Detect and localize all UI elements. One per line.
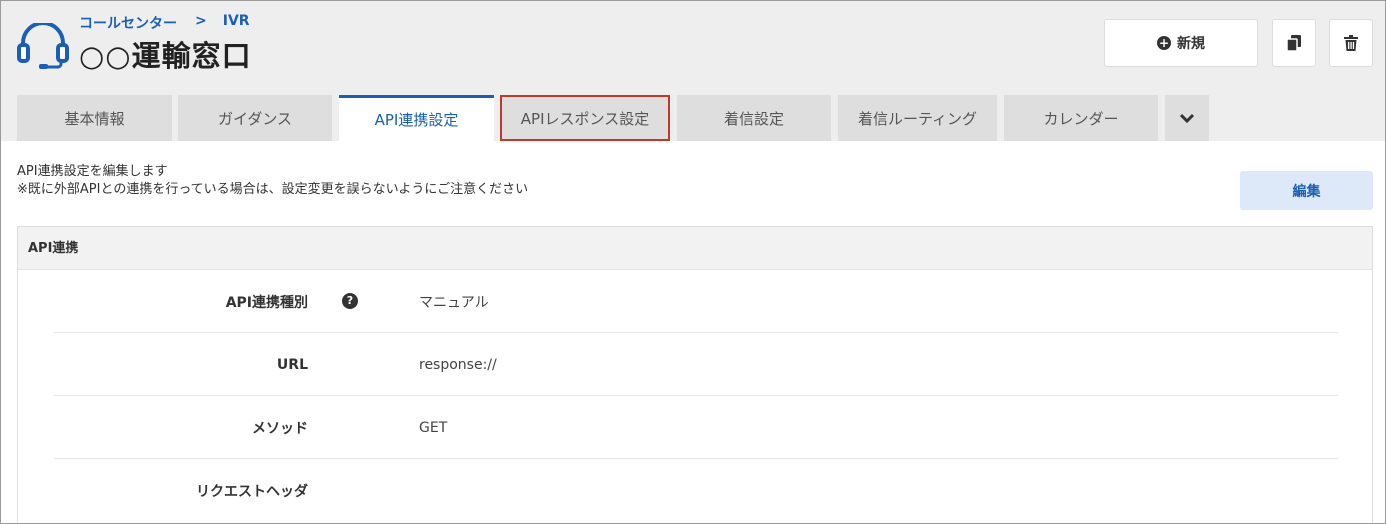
tab-guidance[interactable]: ガイダンス (178, 95, 332, 141)
row-api-type: API連携種別 ? マニュアル (54, 270, 1338, 333)
new-button-label: 新規 (1177, 36, 1205, 52)
row-value: response:// (419, 356, 497, 373)
row-label: リクエストヘッダ (196, 483, 308, 500)
copy-button[interactable] (1272, 19, 1316, 67)
page-title: ○○運輸窓口 (79, 39, 252, 73)
row-label: URL (276, 356, 308, 373)
row-value: マニュアル (419, 294, 489, 311)
row-method: メソッド GET (54, 396, 1338, 459)
row-url: URL response:// (54, 333, 1338, 396)
app-window: コールセンター > IVR ○○運輸窓口 + 新規 基本情報 ガイダンス API… (0, 0, 1386, 524)
breadcrumb-ivr[interactable]: IVR (223, 13, 250, 33)
trash-icon (1344, 35, 1358, 51)
plus-circle-icon: + (1157, 36, 1171, 50)
row-value: GET (419, 419, 448, 436)
chevron-down-icon (1179, 113, 1195, 123)
page-header: コールセンター > IVR ○○運輸窓口 + 新規 基本情報 ガイダンス API… (1, 1, 1385, 141)
tab-calendar[interactable]: カレンダー (1004, 95, 1158, 141)
tab-api-integration[interactable]: API連携設定 (339, 95, 494, 141)
question-circle-icon[interactable]: ? (342, 293, 358, 309)
row-label: メソッド (252, 420, 308, 437)
breadcrumb-separator: > (195, 13, 207, 29)
api-integration-panel: API連携 API連携種別 ? マニュアル URL response:// メソ… (17, 226, 1373, 523)
row-label: API連携種別 (225, 294, 308, 311)
description-line: API連携設定を編集します (17, 164, 168, 179)
breadcrumb: コールセンター > IVR (79, 13, 250, 33)
tab-incoming-routing[interactable]: 着信ルーティング (838, 95, 997, 141)
tab-incoming-settings[interactable]: 着信設定 (677, 95, 831, 141)
tab-api-response[interactable]: APIレスポンス設定 (500, 95, 670, 141)
breadcrumb-call-center[interactable]: コールセンター (79, 13, 177, 33)
edit-button[interactable]: 編集 (1240, 171, 1373, 210)
tab-basic-info[interactable]: 基本情報 (17, 95, 172, 141)
description-warning: ※既に外部APIとの連携を行っている場合は、設定変更を誤らないようにご注意くださ… (17, 182, 529, 197)
panel-title: API連携 (18, 227, 1372, 270)
headset-icon (17, 23, 69, 69)
tab-more-button[interactable] (1165, 95, 1209, 141)
delete-button[interactable] (1329, 19, 1373, 67)
description: API連携設定を編集します ※既に外部APIとの連携を行っている場合は、設定変更… (17, 163, 528, 199)
row-request-header: リクエストヘッダ (54, 459, 1338, 522)
tab-content: API連携設定を編集します ※既に外部APIとの連携を行っている場合は、設定変更… (1, 141, 1385, 523)
copy-icon (1287, 35, 1301, 51)
new-button[interactable]: + 新規 (1104, 19, 1258, 67)
